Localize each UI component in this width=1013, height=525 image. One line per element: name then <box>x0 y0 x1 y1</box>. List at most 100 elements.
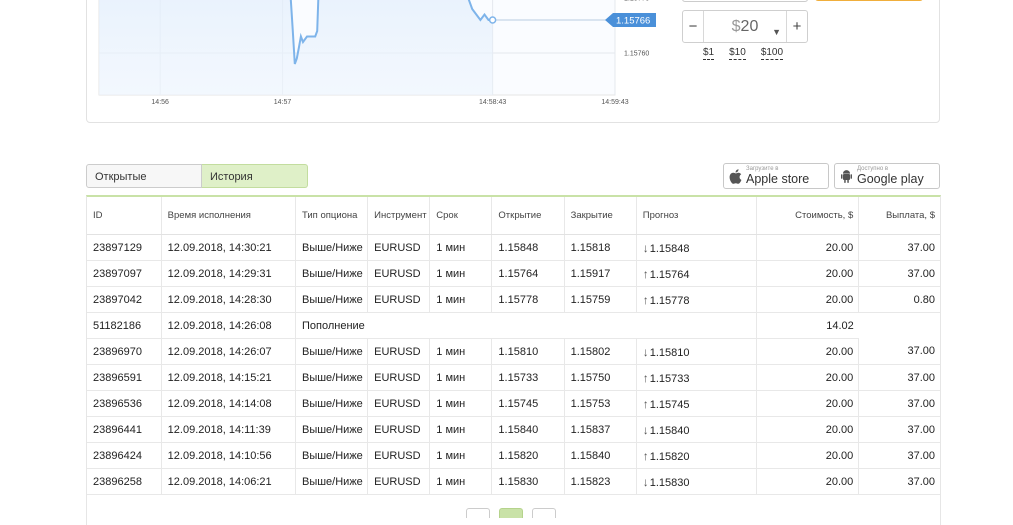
upper-control-edge <box>682 0 808 2</box>
cell-close: 1.15750 <box>564 364 637 391</box>
cell-close: 1.15917 <box>564 260 637 287</box>
cell-id: 23896258 <box>87 468 162 495</box>
column-header-type[interactable]: Тип опциона <box>295 197 369 235</box>
cell-payout: 37.00 <box>858 390 940 417</box>
decrease-amount-button[interactable]: − <box>683 11 703 42</box>
cell-id: 23897097 <box>87 260 162 287</box>
cell-forecast: ↓1.15810 <box>636 338 758 365</box>
column-header-forecast[interactable]: Прогноз <box>636 197 758 235</box>
cell-open: 1.15764 <box>491 260 565 287</box>
increase-amount-button[interactable]: + <box>787 11 807 42</box>
cell-time: 12.09.2018, 14:26:08 <box>161 312 296 339</box>
apple-store-button[interactable]: Загрузите в Apple store <box>723 163 829 189</box>
column-header-id[interactable]: ID <box>87 197 162 235</box>
x-tick-label: 14:57 <box>274 99 292 106</box>
table-row: 23897129 12.09.2018, 14:30:21 Выше/Ниже EUR… <box>87 234 940 261</box>
column-header-instrument[interactable]: Инструмент <box>367 197 431 235</box>
cell-forecast: ↑1.15820 <box>636 442 758 469</box>
cell-term: 1 мин <box>429 286 493 313</box>
pagination-current[interactable] <box>499 508 523 518</box>
price-chart: 1.15766 14:56 14:57 14:58:43 14:59:43 1.1577… <box>98 0 656 106</box>
cell-close: 1.15802 <box>564 338 637 365</box>
arrow-up-icon: ↑ <box>642 292 649 307</box>
trade-history-table: ID Время исполнения Тип опциона Инструме… <box>86 195 941 525</box>
cell-id: 23896591 <box>87 364 162 391</box>
forecast-value: 1.15778 <box>649 294 690 307</box>
amount-input[interactable]: $20 ▼ <box>704 17 786 37</box>
arrow-up-icon: ↑ <box>642 370 649 385</box>
table-row: 51182186 12.09.2018, 14:26:08 Пополнение 14… <box>87 312 940 339</box>
upper-action-button-edge[interactable] <box>815 0 923 1</box>
arrow-up-icon: ↑ <box>642 266 649 281</box>
quick-amount-1[interactable]: $1 <box>703 47 715 60</box>
y-tick-label: 1.15760 <box>624 51 649 58</box>
quick-amount-10[interactable]: $10 <box>729 47 746 60</box>
quick-amount-100[interactable]: $100 <box>760 47 784 60</box>
cell-cost: 20.00 <box>756 260 860 287</box>
cell-forecast: ↑1.15733 <box>636 364 758 391</box>
column-header-close[interactable]: Закрытие <box>564 197 637 235</box>
forecast-value: 1.15840 <box>649 424 690 437</box>
chart-panel: 1.15766 14:56 14:57 14:58:43 14:59:43 1.1577… <box>86 0 940 123</box>
amount-value: 20 <box>740 17 759 35</box>
cell-term: 1 мин <box>429 416 493 443</box>
android-icon <box>835 169 857 184</box>
amount-stepper: − $20 ▼ + <box>682 10 808 43</box>
pagination-prev[interactable] <box>466 508 490 518</box>
apple-icon <box>724 168 746 184</box>
tab-trade-history[interactable]: История торговли <box>202 164 308 207</box>
cell-close: 1.15837 <box>564 416 637 443</box>
cell-id: 51182186 <box>87 312 162 339</box>
cell-forecast: ↓1.15848 <box>636 234 758 261</box>
column-header-time[interactable]: Время исполнения <box>161 197 296 235</box>
cell-cost: 20.00 <box>756 416 860 443</box>
cell-time: 12.09.2018, 14:30:21 <box>161 234 296 261</box>
cell-payout: 37.00 <box>858 468 940 495</box>
arrow-down-icon: ↓ <box>642 474 649 489</box>
cell-type: Выше/Ниже <box>295 338 369 365</box>
cell-close: 1.15818 <box>564 234 637 261</box>
forecast-value: 1.15764 <box>649 268 690 281</box>
cell-term: 1 мин <box>429 390 493 417</box>
table-body: 23897129 12.09.2018, 14:30:21 Выше/Ниже EUR… <box>87 234 940 495</box>
column-header-payout[interactable]: Выплата, $ <box>858 197 940 235</box>
column-header-open[interactable]: Открытие <box>491 197 565 235</box>
last-price-marker <box>488 16 497 24</box>
cell-close: 1.15759 <box>564 286 637 313</box>
cell-instrument: EURUSD <box>367 286 431 313</box>
y-tick-label: 1.15770 <box>624 0 649 3</box>
column-header-term[interactable]: Срок <box>429 197 493 235</box>
cell-time: 12.09.2018, 14:11:39 <box>161 416 296 443</box>
cell-instrument: EURUSD <box>367 442 431 469</box>
chevron-down-icon[interactable]: ▼ <box>772 27 781 37</box>
google-play-button[interactable]: Доступно в Google play <box>834 163 940 189</box>
cell-term: 1 мин <box>429 338 493 365</box>
cell-payout: 37.00 <box>858 364 940 391</box>
forecast-value: 1.15820 <box>649 450 690 463</box>
cell-type: Выше/Ниже <box>295 416 369 443</box>
cell-payout: 37.00 <box>858 260 940 287</box>
cell-time: 12.09.2018, 14:29:31 <box>161 260 296 287</box>
cell-open: 1.15810 <box>491 338 565 365</box>
pagination-next[interactable] <box>532 508 556 518</box>
cell-time: 12.09.2018, 14:10:56 <box>161 442 296 469</box>
cell-close: 1.15823 <box>564 468 637 495</box>
cell-forecast: ↓1.15840 <box>636 416 758 443</box>
table-row: 23896424 12.09.2018, 14:10:56 Выше/Ниже EUR… <box>87 442 940 469</box>
cell-term: 1 мин <box>429 442 493 469</box>
forecast-value: 1.15848 <box>649 242 690 255</box>
tab-open-options[interactable]: Открытые опционы <box>86 164 202 207</box>
forecast-value: 1.15745 <box>649 398 690 411</box>
table-row: 23896970 12.09.2018, 14:26:07 Выше/Ниже EUR… <box>87 338 940 365</box>
cell-time: 12.09.2018, 14:06:21 <box>161 468 296 495</box>
cell-close: 1.15753 <box>564 390 637 417</box>
table-row: 23896441 12.09.2018, 14:11:39 Выше/Ниже EUR… <box>87 416 940 443</box>
x-tick-label: 14:56 <box>151 99 169 106</box>
cell-time: 12.09.2018, 14:14:08 <box>161 390 296 417</box>
column-header-cost[interactable]: Стоимость, $ <box>756 197 860 235</box>
cell-id: 23896970 <box>87 338 162 365</box>
cell-instrument: EURUSD <box>367 390 431 417</box>
cell-type: Выше/Ниже <box>295 468 369 495</box>
cell-open: 1.15733 <box>491 364 565 391</box>
cell-id: 23897129 <box>87 234 162 261</box>
